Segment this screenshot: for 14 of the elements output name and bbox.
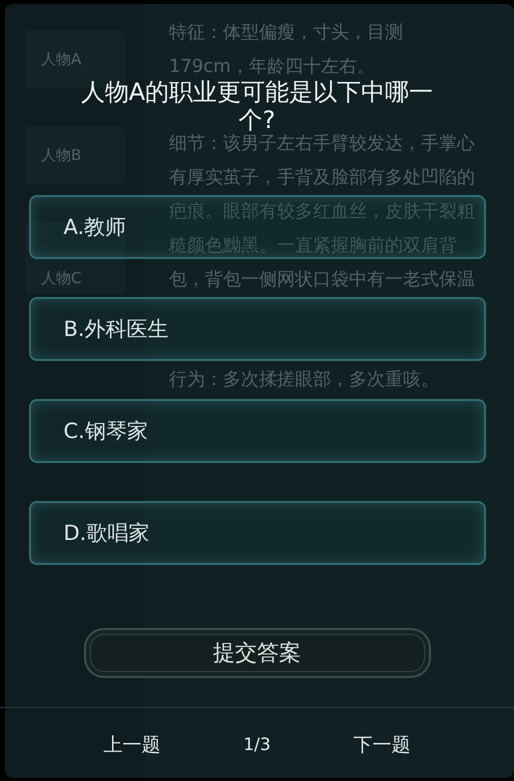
answer-option[interactable]: D.歌唱家 <box>28 501 486 565</box>
profile-text: 包，背包一侧网状口袋中有一老式保温 <box>169 271 475 289</box>
previous-button[interactable]: 上一题 <box>99 728 164 762</box>
submit-button[interactable]: 提交答案 <box>84 628 430 678</box>
profile-text: 特征：体型偏瘦，寸头，目测 <box>169 24 404 42</box>
answer-option[interactable]: C.钢琴家 <box>28 399 486 463</box>
profile-text: 行为：多次揉搓眼部，多次重咳。 <box>169 371 440 389</box>
profile-text: 有厚实茧子，手背及脸部有多处凹陷的 <box>169 169 475 187</box>
profile-text: 细节：该男子左右手臂较发达，手掌心 <box>169 135 475 153</box>
profile-text: 179cm，年龄四十左右。 <box>169 58 376 76</box>
question-text: 人物A的职业更可能是以下中哪一个? <box>80 78 434 134</box>
answer-option[interactable]: B.外科医生 <box>28 297 486 361</box>
page-indicator: 1/3 <box>243 734 271 754</box>
next-button[interactable]: 下一题 <box>350 728 415 762</box>
